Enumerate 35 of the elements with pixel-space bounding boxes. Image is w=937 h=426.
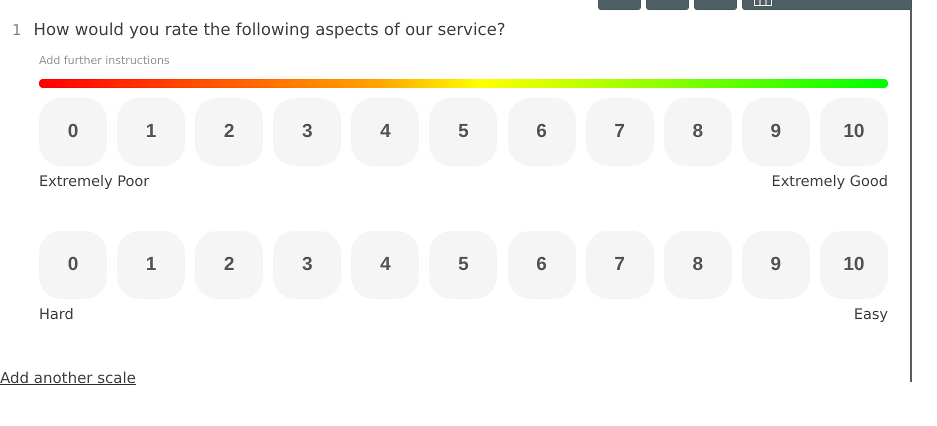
rating-option[interactable]: 1: [117, 98, 186, 166]
table-button[interactable]: [742, 0, 912, 10]
rating-option[interactable]: 8: [664, 231, 732, 299]
add-scale-link[interactable]: Add another scale: [0, 369, 136, 387]
low-label: Extremely Poor: [39, 174, 150, 190]
rating-option[interactable]: 2: [195, 231, 264, 299]
instructions-field[interactable]: Add further instructions: [39, 53, 339, 68]
high-label: Extremely Good: [772, 174, 888, 190]
rating-option[interactable]: 6: [508, 98, 576, 166]
high-label: Easy: [854, 307, 888, 323]
toolbar-button[interactable]: [646, 0, 689, 10]
question-title: How would you rate the following aspects of our service?: [34, 20, 506, 39]
toolbar-button[interactable]: [694, 0, 737, 10]
rating-option[interactable]: 9: [742, 98, 810, 166]
rating-option[interactable]: 3: [273, 231, 342, 299]
rating-option[interactable]: 5: [429, 98, 498, 166]
rating-option[interactable]: 8: [664, 98, 732, 166]
table-icon: [754, 0, 772, 6]
rating-option[interactable]: 0: [39, 231, 107, 299]
rating-option[interactable]: 0: [39, 98, 107, 166]
rating-option[interactable]: 10: [820, 98, 888, 166]
low-label: Hard: [39, 307, 74, 323]
rating-option[interactable]: 6: [508, 231, 576, 299]
rating-option[interactable]: 4: [351, 98, 420, 166]
rating-option[interactable]: 5: [429, 231, 498, 299]
rating-option[interactable]: 7: [586, 98, 654, 166]
rating-option[interactable]: 10: [820, 231, 888, 299]
rating-option[interactable]: 7: [586, 231, 654, 299]
toolbar-button[interactable]: [598, 0, 641, 10]
question-number: 1: [12, 21, 22, 39]
rating-option[interactable]: 1: [117, 231, 186, 299]
rating-option[interactable]: 9: [742, 231, 810, 299]
rating-option[interactable]: 3: [273, 98, 342, 166]
rating-option[interactable]: 4: [351, 231, 420, 299]
rating-option[interactable]: 2: [195, 98, 264, 166]
